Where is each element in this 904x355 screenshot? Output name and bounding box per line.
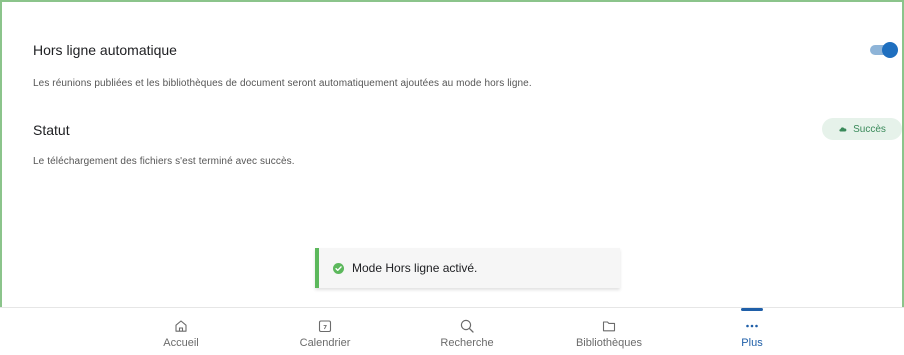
search-icon	[460, 319, 474, 333]
more-icon	[746, 324, 758, 328]
status-title: Statut	[33, 122, 70, 138]
nav-item-bibliotheques[interactable]: Bibliothèques	[554, 308, 664, 355]
cloud-icon	[839, 127, 847, 132]
status-badge: Succès	[822, 118, 902, 140]
toast-notification: Mode Hors ligne activé.	[315, 248, 620, 288]
bottom-navigation: Accueil Calendrier Recherche Bibliothèqu…	[0, 307, 904, 355]
nav-item-plus[interactable]: Plus	[697, 308, 807, 355]
nav-label: Accueil	[163, 337, 199, 349]
nav-label: Plus	[741, 337, 763, 349]
nav-label: Calendrier	[299, 337, 351, 349]
home-icon	[175, 320, 187, 332]
toast-message: Mode Hors ligne activé.	[352, 261, 478, 275]
nav-item-accueil[interactable]: Accueil	[126, 308, 236, 355]
nav-label: Recherche	[440, 337, 494, 349]
status-description: Le téléchargement des fichiers s'est ter…	[33, 156, 295, 167]
offline-toggle[interactable]	[870, 42, 900, 58]
calendar-icon	[318, 320, 332, 333]
active-tab-indicator	[741, 308, 763, 311]
nav-item-calendrier[interactable]: Calendrier	[270, 308, 380, 355]
status-badge-label: Succès	[853, 123, 886, 135]
nav-item-recherche[interactable]: Recherche	[412, 308, 522, 355]
folder-icon	[602, 321, 616, 332]
check-circle-icon	[333, 262, 344, 274]
offline-setting-title: Hors ligne automatique	[33, 42, 177, 58]
offline-setting-description: Les réunions publiées et les bibliothèqu…	[33, 78, 532, 89]
nav-label: Bibliothèques	[575, 337, 643, 349]
toggle-knob	[882, 42, 898, 58]
